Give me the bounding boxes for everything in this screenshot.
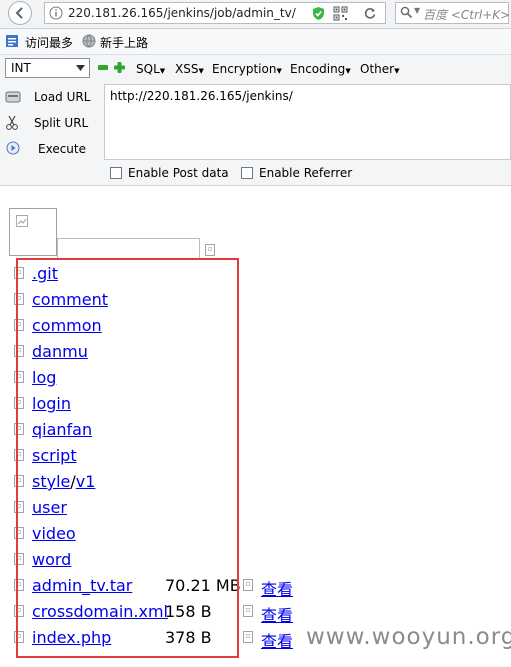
broken-image-icon	[243, 579, 253, 591]
search-field[interactable]: ▼ 百度 <Ctrl+K>	[395, 2, 511, 24]
url-field[interactable]: 220.181.26.165/jenkins/job/admin_tv/	[44, 2, 386, 24]
bookmark-getting-started[interactable]: 新手上路	[100, 34, 148, 51]
menu-xss-label: XSS	[175, 62, 199, 76]
view-link[interactable]: 查看	[261, 628, 293, 652]
url-textarea-value: http://220.181.26.165/jenkins/	[110, 89, 293, 103]
highlight-box	[16, 258, 239, 658]
broken-image-icon	[16, 215, 28, 227]
menu-arrow-icon: ▼	[345, 67, 351, 75]
menu-encoding-label: Encoding	[290, 62, 346, 76]
execute-button[interactable]: Execute	[38, 142, 86, 156]
globe-icon	[82, 34, 96, 48]
broken-image-icon	[243, 631, 253, 643]
menu-arrow-icon: ▼	[394, 67, 400, 75]
broken-image	[9, 208, 57, 256]
menu-encryption-label: Encryption	[212, 62, 277, 76]
search-placeholder: 百度 <Ctrl+K>	[423, 8, 511, 22]
menu-arrow-icon: ▼	[276, 67, 282, 75]
view-link[interactable]: 查看	[261, 576, 293, 600]
menu-sql-label: SQL	[136, 62, 160, 76]
address-bar: 220.181.26.165/jenkins/job/admin_tv/ ▼ 百…	[0, 0, 511, 29]
menu-arrow-icon: ▼	[198, 67, 204, 75]
bookmark-most-visited[interactable]: 访问最多	[25, 34, 73, 51]
type-select[interactable]: INT	[5, 58, 90, 78]
enable-referrer-checkbox[interactable]	[241, 167, 253, 179]
menu-other-label: Other	[360, 62, 395, 76]
load-icon	[5, 91, 21, 103]
watermark: www.wooyun.org	[306, 624, 511, 650]
bookmarks-bar: 访问最多 新手上路	[0, 29, 511, 55]
enable-post-checkbox[interactable]	[110, 167, 122, 179]
view-link[interactable]: 查看	[261, 602, 293, 626]
broken-image-icon	[205, 244, 215, 256]
minus-icon[interactable]	[98, 65, 108, 71]
menu-encoding[interactable]: Encoding▼	[290, 62, 351, 76]
chevron-down-icon	[76, 65, 85, 71]
qr-code-icon[interactable]	[333, 6, 348, 21]
scissors-icon	[6, 115, 18, 130]
enable-referrer-label: Enable Referrer	[259, 166, 353, 180]
split-url-button[interactable]: Split URL	[34, 116, 88, 130]
execute-icon	[6, 141, 20, 155]
search-icon	[400, 6, 413, 19]
back-arrow-icon	[15, 7, 23, 19]
enable-post-label: Enable Post data	[128, 166, 229, 180]
plus-icon[interactable]	[114, 62, 125, 73]
reload-icon[interactable]	[363, 6, 377, 20]
info-icon[interactable]	[49, 6, 63, 20]
empty-frame	[57, 238, 200, 258]
broken-image-icon	[243, 605, 253, 617]
bookmark-icon	[6, 35, 18, 47]
menu-sql[interactable]: SQL▼	[136, 62, 165, 76]
shield-icon[interactable]	[311, 6, 326, 21]
load-url-button[interactable]: Load URL	[34, 90, 90, 104]
menu-encryption[interactable]: Encryption▼	[212, 62, 282, 76]
menu-xss[interactable]: XSS▼	[175, 62, 204, 76]
type-select-value: INT	[11, 61, 31, 75]
menu-other[interactable]: Other▼	[360, 62, 399, 76]
url-text: 220.181.26.165/jenkins/job/admin_tv/	[68, 6, 296, 20]
menu-arrow-icon: ▼	[159, 67, 166, 75]
back-button[interactable]	[8, 1, 32, 25]
url-textarea[interactable]: http://220.181.26.165/jenkins/	[104, 84, 511, 160]
